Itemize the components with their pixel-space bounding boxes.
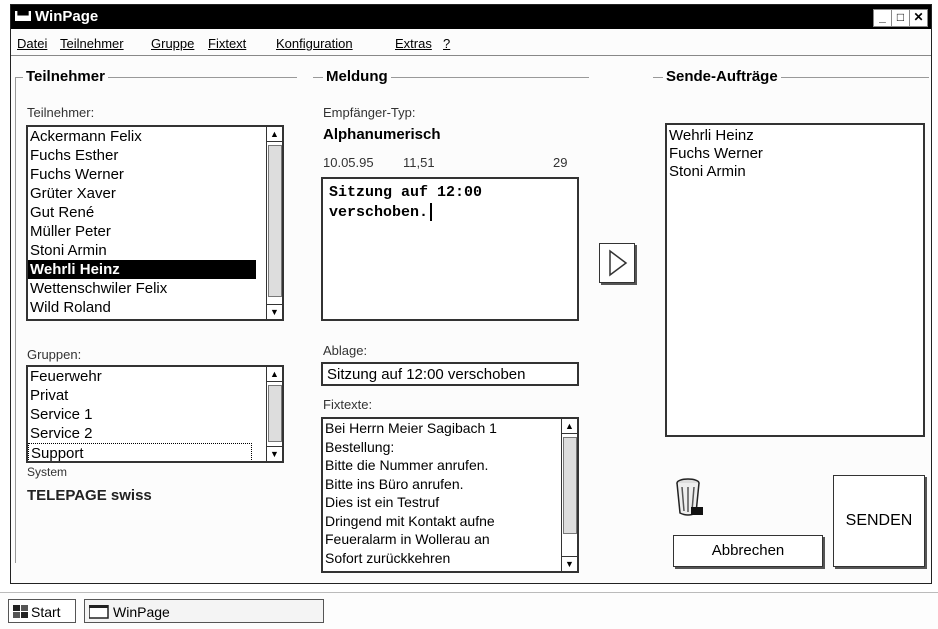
- window-title: WinPage: [35, 8, 99, 25]
- list-item-focused[interactable]: Support: [28, 443, 252, 461]
- fixtexte-listbox[interactable]: Bei Herrn Meier Sagibach 1 Bestellung: B…: [321, 417, 579, 573]
- ablage-input[interactable]: Sitzung auf 12:00 verschoben: [321, 362, 579, 386]
- maximize-button[interactable]: □: [891, 9, 910, 27]
- list-item[interactable]: Bei Herrn Meier Sagibach 1: [323, 419, 549, 438]
- scroll-down-arrow-icon[interactable]: ▼: [267, 304, 282, 319]
- list-item[interactable]: Bestellung:: [323, 438, 549, 457]
- trash-can-icon: [676, 478, 703, 516]
- list-item[interactable]: Stoni Armin: [28, 241, 282, 260]
- menu-bar: Datei Teilnehmer Gruppe Fixtext Konfigur…: [11, 31, 931, 56]
- menu-gruppe[interactable]: Gruppe: [151, 36, 194, 51]
- scroll-up-arrow-icon[interactable]: ▲: [267, 367, 282, 382]
- list-item[interactable]: Fuchs Werner: [667, 145, 923, 163]
- list-item[interactable]: Feueralarm in Wollerau an: [323, 530, 549, 549]
- list-item[interactable]: Müller Peter: [28, 222, 282, 241]
- app-window: ▀▀ WinPage _ □ ✕ Datei Teilnehmer Gruppe…: [10, 4, 932, 584]
- taskbar-app-label: WinPage: [113, 604, 170, 620]
- list-item[interactable]: Fuchs Werner: [28, 165, 282, 184]
- add-to-send-button[interactable]: [599, 243, 635, 283]
- list-item[interactable]: Dringend mit Kontakt aufne: [323, 512, 549, 531]
- empfaenger-typ-value: Alphanumerisch: [323, 126, 441, 143]
- gruppen-label: Gruppen:: [27, 347, 82, 362]
- trash-icon[interactable]: [673, 475, 707, 519]
- gruppen-scrollbar[interactable]: ▲ ▼: [266, 367, 282, 461]
- window-app-icon: [89, 605, 109, 619]
- menu-teilnehmer[interactable]: Teilnehmer: [60, 36, 124, 51]
- list-item[interactable]: Bitte die Nummer anrufen.: [323, 456, 549, 475]
- fixtexte-scrollbar[interactable]: ▲ ▼: [561, 419, 577, 571]
- list-item[interactable]: Service 2: [28, 424, 282, 443]
- list-item[interactable]: Stoni Armin: [667, 163, 923, 181]
- close-button[interactable]: ✕: [909, 9, 928, 27]
- system-value: TELEPAGE swiss: [27, 487, 152, 504]
- list-item[interactable]: Grüter Xaver: [28, 184, 282, 203]
- menu-fixtext[interactable]: Fixtext: [208, 36, 246, 51]
- taskbar: Start WinPage: [0, 592, 938, 629]
- minimize-button[interactable]: _: [873, 9, 892, 27]
- message-date: 10.05.95: [323, 155, 374, 170]
- message-char-count: 29: [553, 155, 568, 170]
- teilnehmer-group-title: Teilnehmer: [23, 68, 108, 85]
- list-item[interactable]: Wild Roland: [28, 298, 282, 317]
- fixtexte-label: Fixtexte:: [323, 397, 373, 412]
- teilnehmer-group-border-left: [15, 77, 16, 563]
- scroll-thumb[interactable]: [268, 385, 282, 442]
- scroll-up-arrow-icon[interactable]: ▲: [267, 127, 282, 142]
- message-textarea[interactable]: Sitzung auf 12:00 verschoben.: [321, 177, 579, 321]
- list-item[interactable]: Wehrli Heinz: [667, 127, 923, 145]
- empfaenger-typ-label: Empfänger-Typ:: [323, 105, 416, 120]
- menu-help[interactable]: ?: [443, 36, 450, 51]
- scroll-down-arrow-icon[interactable]: ▼: [267, 446, 282, 461]
- list-item[interactable]: Feuerwehr: [28, 367, 282, 386]
- menu-konfiguration[interactable]: Konfiguration: [276, 36, 353, 51]
- sende-group-title: Sende-Aufträge: [663, 68, 781, 85]
- abbrechen-button[interactable]: Abbrechen: [673, 535, 823, 567]
- teilnehmer-scrollbar[interactable]: ▲ ▼: [266, 127, 282, 319]
- gruppen-listbox[interactable]: Feuerwehr Privat Service 1 Service 2 Sup…: [26, 365, 284, 463]
- scroll-thumb[interactable]: [268, 145, 282, 297]
- text-cursor: [430, 203, 433, 222]
- list-item-selected[interactable]: Wehrli Heinz: [28, 260, 256, 279]
- app-icon: ▀▀: [15, 11, 31, 21]
- message-line-2-text: verschoben.: [329, 204, 429, 221]
- scroll-up-arrow-icon[interactable]: ▲: [562, 419, 577, 434]
- start-button[interactable]: Start: [8, 599, 76, 623]
- play-arrow-icon: [609, 249, 628, 277]
- senden-button[interactable]: SENDEN: [833, 475, 925, 567]
- list-item[interactable]: Bitte ins Büro anrufen.: [323, 475, 549, 494]
- start-label: Start: [31, 604, 61, 620]
- sende-auftraege-listbox[interactable]: Wehrli Heinz Fuchs Werner Stoni Armin: [665, 123, 925, 437]
- taskbar-winpage-button[interactable]: WinPage: [84, 599, 324, 623]
- list-item[interactable]: Dies ist ein Testruf: [323, 493, 549, 512]
- system-label: System: [27, 465, 68, 479]
- message-line-2: verschoben.: [329, 203, 571, 223]
- message-line-1: Sitzung auf 12:00: [329, 184, 483, 201]
- windows-logo-icon: [13, 605, 28, 618]
- teilnehmer-list-label: Teilnehmer:: [27, 105, 95, 120]
- list-item[interactable]: Privat: [28, 386, 282, 405]
- list-item[interactable]: Ackermann Felix: [28, 127, 282, 146]
- list-item[interactable]: Gut René: [28, 203, 282, 222]
- list-item[interactable]: Sofort zurückkehren: [323, 549, 549, 568]
- teilnehmer-listbox[interactable]: Ackermann Felix Fuchs Esther Fuchs Werne…: [26, 125, 284, 321]
- scroll-down-arrow-icon[interactable]: ▼: [562, 556, 577, 571]
- message-time: 11,51: [403, 155, 435, 170]
- meldung-group-title: Meldung: [323, 68, 391, 85]
- list-item[interactable]: Fuchs Esther: [28, 146, 282, 165]
- menu-datei[interactable]: Datei: [17, 36, 47, 51]
- list-item[interactable]: Service 1: [28, 405, 282, 424]
- scroll-thumb[interactable]: [563, 437, 577, 534]
- title-bar[interactable]: ▀▀ WinPage _ □ ✕: [11, 5, 931, 29]
- ablage-label: Ablage:: [323, 343, 368, 358]
- list-item[interactable]: Wettenschwiler Felix: [28, 279, 282, 298]
- menu-extras[interactable]: Extras: [395, 36, 432, 51]
